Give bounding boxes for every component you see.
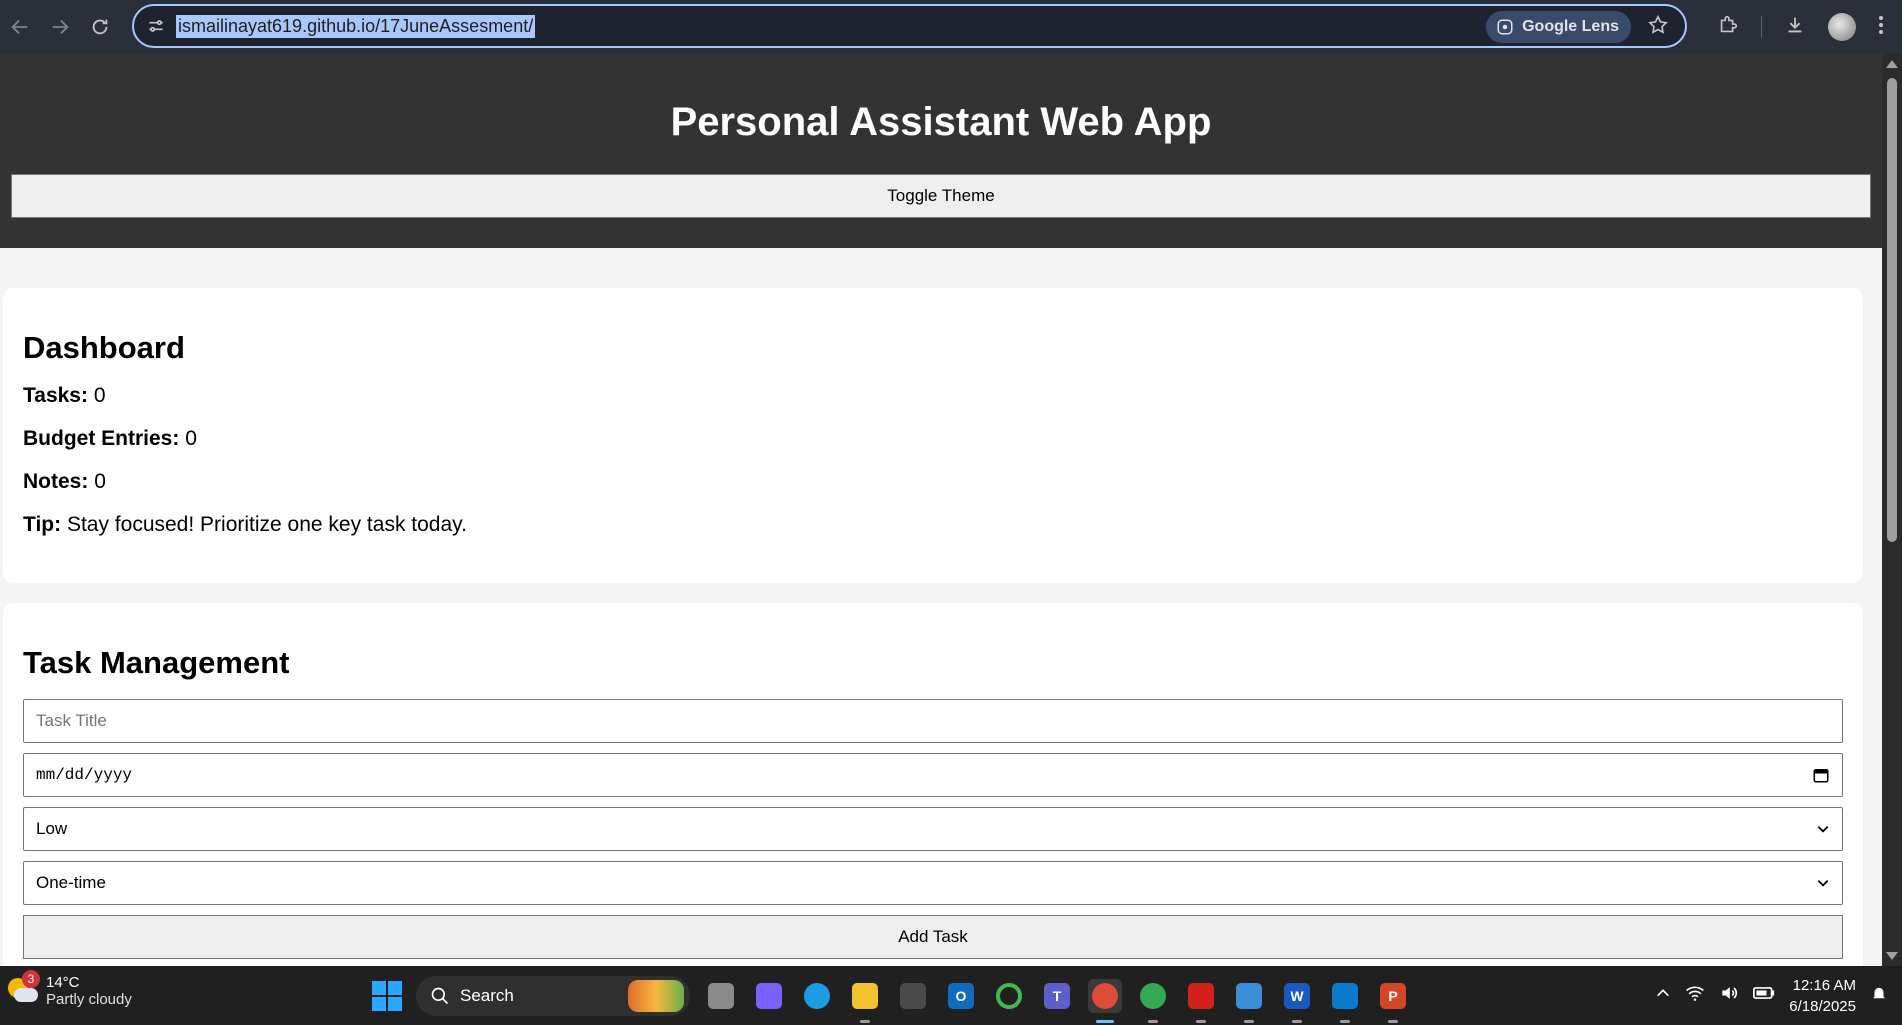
search-icon <box>431 987 449 1004</box>
web-page: Personal Assistant Web App Toggle Theme … <box>0 54 1882 966</box>
notes-stat-label: Notes: <box>23 470 89 493</box>
calendar-icon[interactable] <box>1812 766 1830 784</box>
outlook-icon[interactable]: O <box>944 979 978 1013</box>
tip-value: Stay focused! Prioritize one key task to… <box>66 513 467 536</box>
chevron-down-icon <box>1816 822 1830 836</box>
scroll-up-arrow-icon[interactable] <box>1886 60 1898 68</box>
page-title: Personal Assistant Web App <box>670 100 1212 144</box>
powerpoint-icon[interactable]: P <box>1376 979 1410 1023</box>
task-title-placeholder: Task Title <box>36 711 107 730</box>
url-text[interactable]: ismailinayat619.github.io/17JuneAssesmen… <box>176 14 536 38</box>
clock-date: 6/18/2025 <box>1789 997 1856 1015</box>
budget-stat: Budget Entries: 0 <box>23 427 1843 451</box>
recurrence-selected-value: One-time <box>36 873 106 892</box>
copilot-icon[interactable] <box>752 979 786 1013</box>
extensions-icon[interactable] <box>1717 14 1739 41</box>
priority-select[interactable]: Low <box>23 807 1843 851</box>
system-tray: 12:16 AM 6/18/2025 <box>1655 966 1888 1025</box>
google-lens-label: Google Lens <box>1522 18 1619 35</box>
file-explorer-icon[interactable] <box>848 979 882 1023</box>
browser-toolbar: ismailinayat619.github.io/17JuneAssesmen… <box>0 0 1902 54</box>
chrome-icon[interactable] <box>1088 978 1122 1023</box>
forward-icon[interactable] <box>40 7 80 47</box>
lens-icon <box>1497 19 1513 35</box>
clock-time: 12:16 AM <box>1792 976 1856 994</box>
scroll-down-arrow-icon[interactable] <box>1886 952 1898 960</box>
google-lens-button[interactable]: Google Lens <box>1486 11 1631 43</box>
site-info-icon[interactable] <box>146 16 166 36</box>
tasks-stat-label: Tasks: <box>23 384 88 407</box>
profile-avatar[interactable] <box>1828 13 1856 41</box>
dashboard-card: Dashboard Tasks: 0 Budget Entries: 0 Not… <box>3 288 1863 583</box>
reload-icon[interactable] <box>80 7 120 47</box>
task-date-placeholder: mm/dd/yyyy <box>36 766 133 784</box>
tip-label: Tip: <box>23 513 62 536</box>
taskbar-clock[interactable]: 12:16 AM 6/18/2025 <box>1789 975 1856 1017</box>
loader-app-icon[interactable] <box>992 979 1026 1013</box>
task-title-input[interactable]: Task Title <box>23 699 1843 743</box>
taskbar-search[interactable]: Search <box>416 975 690 1016</box>
tip-text: Tip: Stay focused! Prioritize one key ta… <box>23 513 1843 537</box>
task-management-heading: Task Management <box>23 645 290 680</box>
bookmark-star-icon[interactable] <box>1647 14 1669 41</box>
notes-stat-value: 0 <box>94 470 106 493</box>
wifi-icon[interactable] <box>1685 983 1705 1008</box>
recurrence-select[interactable]: One-time <box>23 861 1843 905</box>
weather-widget[interactable]: 3 14°C Partly cloudy <box>8 970 132 1008</box>
weather-desc: Partly cloudy <box>46 991 132 1008</box>
weather-badge: 3 <box>22 970 40 988</box>
weather-temp: 14°C <box>46 974 80 991</box>
windows-taskbar: 3 14°C Partly cloudy Search O T W P 12:16 A… <box>0 966 1902 1025</box>
search-highlight-image <box>628 979 684 1012</box>
edge-icon[interactable] <box>800 979 834 1013</box>
budget-stat-label: Budget Entries: <box>23 427 180 450</box>
notes-stat: Notes: 0 <box>23 470 1843 494</box>
task-view-icon[interactable] <box>704 979 738 1013</box>
back-icon[interactable] <box>0 7 40 47</box>
notepad-icon[interactable] <box>1232 979 1266 1023</box>
scrollbar-thumb[interactable] <box>1887 78 1897 542</box>
chevron-up-icon[interactable] <box>1655 985 1671 1006</box>
volume-icon[interactable] <box>1719 983 1739 1008</box>
dashboard-heading: Dashboard <box>23 330 185 365</box>
task-date-input[interactable]: mm/dd/yyyy <box>23 753 1843 797</box>
partly-cloudy-icon: 3 <box>8 970 40 1006</box>
task-management-card: Task Management Task Title mm/dd/yyyy Lo… <box>3 603 1863 966</box>
add-task-button[interactable]: Add Task <box>23 915 1843 959</box>
acrobat-icon[interactable] <box>1184 979 1218 1023</box>
word-icon[interactable]: W <box>1280 979 1314 1023</box>
page-scrollbar[interactable] <box>1882 54 1902 966</box>
notification-bell-icon[interactable] <box>1870 984 1888 1007</box>
windows-start-icon[interactable] <box>372 980 402 1011</box>
toolbar-divider <box>1761 16 1762 38</box>
tasks-stat: Tasks: 0 <box>23 384 1843 408</box>
toggle-theme-button[interactable]: Toggle Theme <box>11 174 1871 218</box>
vscode-icon[interactable] <box>1328 979 1362 1023</box>
downloads-icon[interactable] <box>1784 14 1806 41</box>
app-header: Personal Assistant Web App Toggle Theme <box>0 54 1882 248</box>
priority-selected-value: Low <box>36 819 68 838</box>
address-bar[interactable]: ismailinayat619.github.io/17JuneAssesmen… <box>132 4 1687 48</box>
battery-icon[interactable] <box>1753 985 1775 1006</box>
microsoft-store-icon[interactable] <box>896 979 930 1013</box>
tasks-stat-value: 0 <box>93 384 106 407</box>
search-label: Search <box>460 985 514 1005</box>
teams-icon[interactable]: T <box>1040 979 1074 1013</box>
chevron-down-icon <box>1816 876 1830 890</box>
budget-stat-value: 0 <box>185 427 197 450</box>
menu-kebab-icon[interactable] <box>1878 15 1884 40</box>
chrome-profile-icon[interactable] <box>1136 979 1170 1023</box>
